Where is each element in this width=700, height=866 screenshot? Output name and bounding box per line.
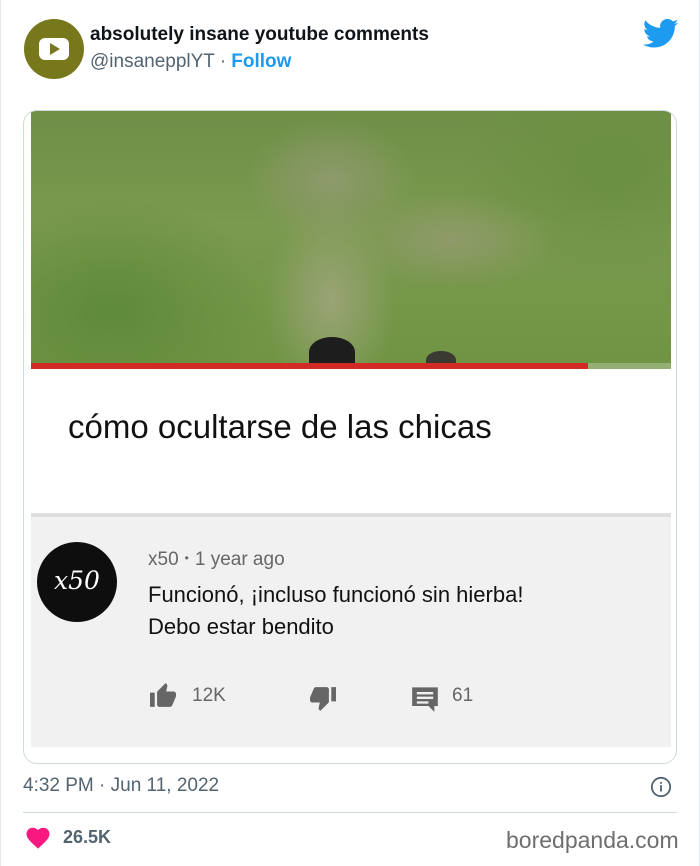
video-progress-bar bbox=[31, 363, 671, 369]
twitter-bird-icon[interactable] bbox=[643, 19, 679, 49]
comment-like-count: 12K bbox=[192, 685, 226, 706]
card-border-left bbox=[0, 0, 1, 866]
thumbs-up-icon bbox=[150, 683, 176, 707]
comment-meta: x50 • 1 year ago bbox=[148, 549, 285, 571]
author-avatar[interactable] bbox=[24, 19, 84, 79]
comment-time: 1 year ago bbox=[194, 549, 285, 570]
thumbs-down-icon bbox=[310, 687, 336, 711]
meta-separator: • bbox=[184, 551, 189, 565]
like-count[interactable]: 26.5K bbox=[63, 827, 111, 848]
tweet-timestamp[interactable]: 4:32 PM · Jun 11, 2022 bbox=[23, 775, 219, 797]
youtube-logo-icon bbox=[39, 38, 69, 60]
comment-reply-count: 61 bbox=[452, 685, 474, 706]
comment-line-2: Debo estar bendito bbox=[148, 614, 334, 639]
handle-row: @insanepplYT · Follow bbox=[90, 51, 291, 73]
comment-text: Funcionó, ¡incluso funcionó sin hierba! … bbox=[148, 579, 523, 643]
watermark: boredpanda.com bbox=[506, 827, 679, 853]
video-thumbnail bbox=[31, 111, 671, 369]
author-name[interactable]: absolutely insane youtube comments bbox=[90, 24, 429, 46]
reply-icon bbox=[412, 687, 438, 712]
commenter-avatar: x50 bbox=[37, 542, 117, 622]
separator-dot: · bbox=[219, 51, 227, 72]
comment-author: x50 bbox=[148, 549, 179, 570]
video-progress-fill bbox=[31, 363, 588, 369]
info-icon[interactable] bbox=[650, 776, 672, 798]
comment-line-1: Funcionó, ¡incluso funcionó sin hierba! bbox=[148, 582, 524, 607]
footer-divider bbox=[23, 812, 677, 813]
follow-button[interactable]: Follow bbox=[231, 51, 291, 72]
video-title: cómo ocultarse de las chicas bbox=[68, 408, 492, 445]
heart-icon[interactable] bbox=[26, 827, 50, 849]
author-handle[interactable]: @insanepplYT bbox=[90, 51, 215, 72]
youtube-comment: x50 x50 • 1 year ago Funcionó, ¡incluso fu… bbox=[31, 513, 671, 747]
commenter-avatar-text: x50 bbox=[54, 566, 100, 595]
tweet-media[interactable]: cómo ocultarse de las chicas x50 x50 • 1 y… bbox=[23, 110, 677, 764]
